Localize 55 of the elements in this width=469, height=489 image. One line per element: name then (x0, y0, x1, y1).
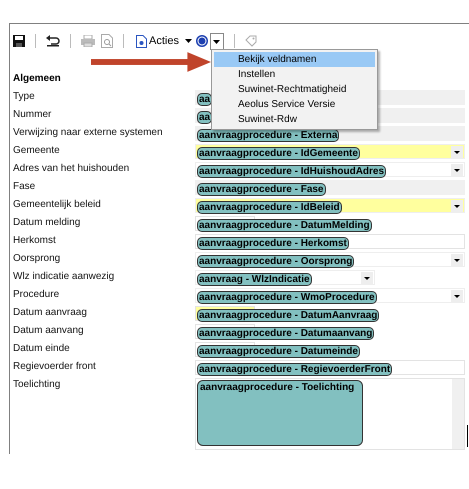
scrollbar[interactable] (452, 379, 464, 449)
field-label: Datum aanvraag (13, 306, 88, 319)
field-label: Fase (13, 180, 36, 193)
caret-icon[interactable] (361, 272, 373, 284)
arrow-icon (91, 52, 211, 72)
menu-item[interactable]: Bekijk veldnamen (214, 52, 375, 67)
caret-icon[interactable] (451, 146, 463, 158)
field-label: Oorsprong (13, 252, 62, 265)
field-name-tooltip: aanvraagprocedure - Externa (197, 129, 340, 142)
field-label: Herkomst (13, 234, 57, 247)
caret-icon[interactable] (451, 290, 463, 302)
field-name-tooltip: aanvraagprocedure - Datumaanvang (197, 327, 374, 340)
field-label: Datum melding (13, 216, 82, 229)
save-icon[interactable] (13, 35, 25, 47)
undo-icon[interactable] (46, 35, 60, 47)
field-name-tooltip: aanvraagprocedure - DatumAanvraag (197, 309, 380, 322)
field-name-tooltip: aanvraagprocedure - Fase (197, 183, 326, 196)
field-label: Verwijzing naar externe systemen (13, 126, 164, 139)
caret-icon (213, 40, 220, 44)
field-name-tooltip: aanvraagprocedure - Herkomst (197, 237, 349, 250)
field-name-tooltip: aanvraagprocedure - IdBeleid (197, 201, 342, 214)
field-name-tooltip: aanvraagprocedure - Datumeinde (197, 345, 360, 358)
field-name-tooltip: aanvraagprocedure - WmoProcedure (197, 291, 377, 304)
actions-button[interactable]: Acties (134, 34, 181, 48)
field-name-tooltip: aanvraagprocedure - IdHuishoudAdres (197, 165, 386, 178)
field-name-tooltip: aanvraag - WlzIndicatie (197, 273, 312, 286)
caret-icon[interactable] (451, 164, 463, 176)
field-label: Datum einde (13, 342, 71, 355)
field-label: Datum aanvang (13, 324, 85, 337)
field-label: Toelichting (13, 378, 62, 391)
field-label: Nummer (13, 108, 52, 121)
menu-item[interactable]: Aeolus Service Versie (214, 97, 375, 112)
caret-icon[interactable] (184, 39, 192, 43)
field-label: Regievoerder front (13, 360, 97, 373)
caret-icon[interactable] (451, 200, 463, 212)
field-name-tooltip: aanvraagprocedure - RegievoerderFront (197, 363, 392, 376)
help-icon[interactable] (196, 35, 208, 47)
field-label: Gemeente (13, 144, 61, 157)
dropdown-button[interactable] (210, 32, 224, 50)
menu-item[interactable]: Suwinet-Rechtmatigheid (214, 82, 375, 97)
field-name-tooltip: aanvraagprocedure - DatumMelding (197, 219, 372, 232)
preview-icon[interactable] (101, 34, 113, 48)
caret-icon[interactable] (451, 254, 463, 266)
field-label: Type (13, 90, 36, 103)
field-label: Procedure (13, 288, 60, 301)
field-label: Gemeentelijk beleid (13, 198, 102, 211)
field-name-tooltip: aanvraagprocedure - Oorsprong (197, 255, 354, 268)
menu-item[interactable]: Instellen (214, 67, 375, 82)
field-label: Wlz indicatie aanwezig (13, 270, 116, 283)
document-icon (136, 34, 147, 48)
field-name-tooltip: aanvraagprocedure - Toelichting (197, 380, 363, 446)
field-name-tooltip: aanvraagprocedure - IdGemeente (197, 147, 360, 160)
section-title: Algemeen (13, 72, 61, 86)
field-label: Adres van het huishouden (13, 162, 130, 175)
menu-item[interactable]: Suwinet-Rdw (214, 112, 375, 127)
